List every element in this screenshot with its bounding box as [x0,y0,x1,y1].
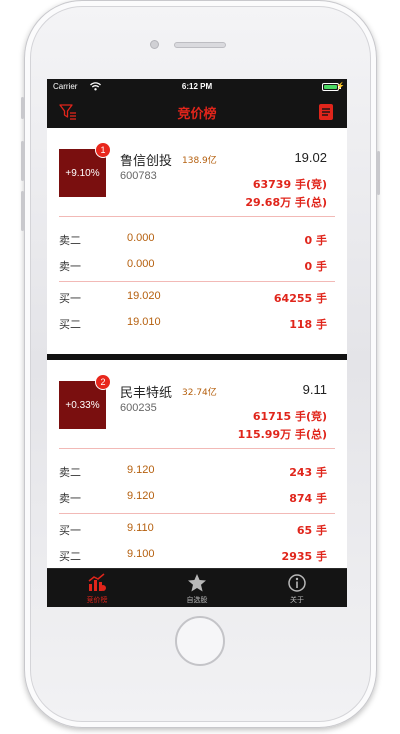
volume-up-button [21,141,24,181]
order-row-bid1: 买一 9.110 65 手 [47,522,347,542]
info-icon [287,573,307,593]
total-volume: 29.68万 手(总) [245,196,327,209]
divider [59,216,335,217]
order-row-ask1: 卖一 0.000 0 手 [47,258,347,278]
tab-watchlist[interactable]: 自选股 [147,569,247,607]
tab-about[interactable]: 关于 [247,569,347,607]
order-volume: 0 手 [304,234,327,247]
stock-card[interactable]: +9.10% 1 鲁信创投 138.9亿 600783 19.02 63739 … [47,128,347,353]
rank-badge: 2 [95,374,111,390]
order-volume: 65 手 [296,524,327,537]
page-title: 竞价榜 [177,107,217,122]
rank-number: 2 [100,377,106,387]
ranking-list[interactable]: +9.10% 1 鲁信创投 138.9亿 600783 19.02 63739 … [47,128,347,568]
order-row-ask1: 卖一 9.120 874 手 [47,490,347,510]
order-row-ask2: 卖二 0.000 0 手 [47,232,347,252]
total-volume: 115.99万 手(总) [237,428,327,441]
change-percent: +9.10% [65,167,100,179]
stock-name: 鲁信创投 [120,154,173,169]
stock-card[interactable]: +0.33% 2 民丰特纸 32.74亿 600235 9.11 61715 手… [47,360,347,568]
order-row-bid1: 买一 19.020 64255 手 [47,290,347,310]
rank-badge: 1 [95,142,111,158]
order-price: 19.010 [127,316,161,328]
order-price: 9.110 [127,522,154,534]
stock-code: 600783 [120,170,157,182]
order-label: 卖二 [59,466,81,479]
order-price: 0.000 [127,258,155,270]
order-row-bid2: 买二 9.100 2935 手 [47,548,347,568]
order-price: 9.100 [127,548,155,560]
order-price: 9.120 [127,464,155,476]
order-label: 买一 [59,524,81,537]
tab-ranking[interactable]: 竞价榜 [47,569,147,607]
stock-price: 19.02 [294,150,327,165]
tab-bar: 竞价榜 自选股 关于 [47,568,347,607]
power-button [377,151,380,195]
stock-price: 9.11 [302,382,327,397]
order-row-ask2: 卖二 9.120 243 手 [47,464,347,484]
divider [59,448,335,449]
order-price: 0.000 [127,232,155,244]
tab-label: 自选股 [186,596,208,604]
order-label: 卖一 [59,492,81,505]
order-label: 买一 [59,292,81,305]
app-screen: Carrier 6:12 PM ⚡ 竞价榜 +9.10% 1 鲁信创投 138.… [47,79,347,607]
auction-volume: 63739 手(竞) [252,178,327,191]
order-volume: 0 手 [304,260,327,273]
order-label: 卖一 [59,260,81,273]
order-volume: 118 手 [289,318,327,331]
order-volume: 64255 手 [273,292,327,305]
stock-name: 民丰特纸 [120,386,173,401]
change-percent: +0.33% [65,399,100,411]
star-icon [187,573,207,593]
list-document-icon[interactable] [317,103,335,121]
divider [59,513,335,514]
charging-icon: ⚡ [336,83,345,90]
auction-volume: 61715 手(竞) [252,410,327,423]
earpiece-speaker [174,42,226,48]
rank-number: 1 [100,145,106,155]
divider [59,281,335,282]
status-bar: Carrier 6:12 PM ⚡ [47,79,347,95]
mute-switch [21,97,24,119]
order-volume: 2935 手 [281,550,327,563]
front-camera [150,40,159,49]
order-volume: 243 手 [289,466,327,479]
tab-label: 竞价榜 [86,596,108,604]
order-label: 买二 [59,318,81,331]
order-price: 9.120 [127,490,155,502]
market-cap: 32.74亿 [182,388,217,398]
status-time: 6:12 PM [181,82,213,91]
order-label: 买二 [59,550,81,563]
order-price: 19.020 [127,290,161,302]
order-row-bid2: 买二 19.010 118 手 [47,316,347,336]
home-button[interactable] [175,616,225,666]
volume-down-button [21,191,24,231]
market-cap: 138.9亿 [182,156,217,166]
bar-chart-icon [87,573,107,593]
order-volume: 874 手 [289,492,327,505]
stock-code: 600235 [120,402,157,414]
tab-label: 关于 [290,596,304,604]
navigation-bar: 竞价榜 [47,95,347,128]
order-label: 卖二 [59,234,81,247]
